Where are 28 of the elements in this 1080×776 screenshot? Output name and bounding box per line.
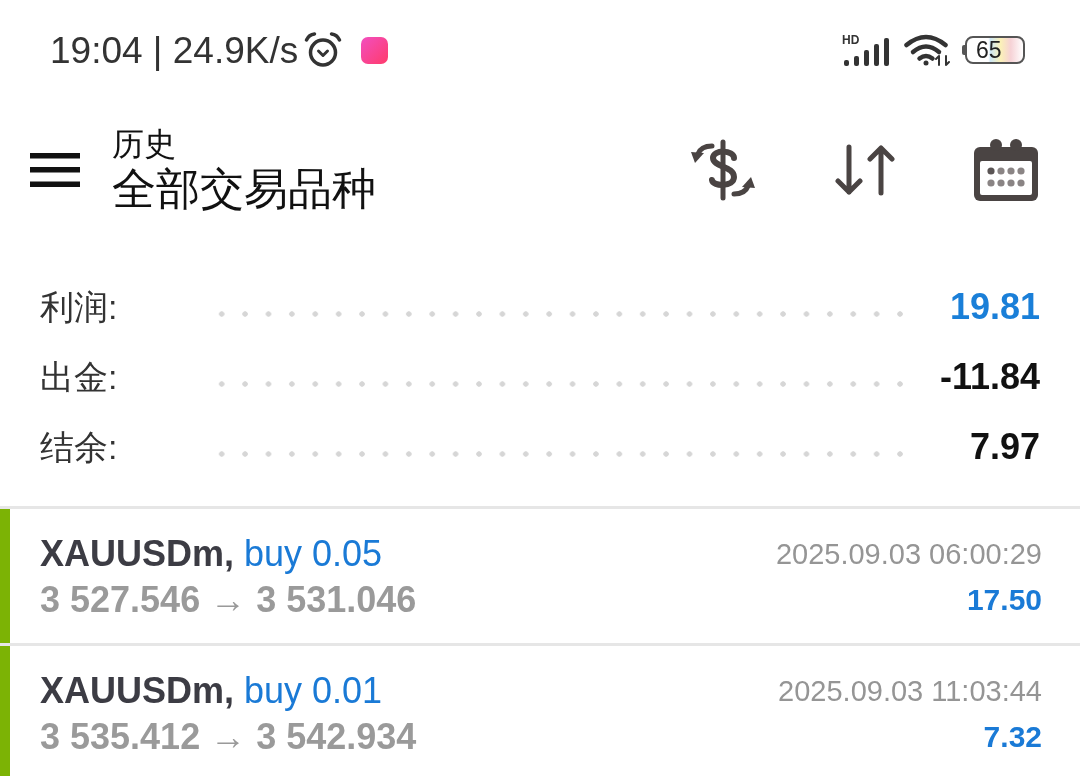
battery-percentage: 65	[976, 38, 1002, 62]
deal-side: buy 0.01	[244, 669, 383, 713]
app-icon	[361, 36, 389, 64]
deal-profit: 7.32	[983, 719, 1042, 755]
page-title: 全部交易品种	[112, 163, 376, 215]
calendar-icon[interactable]	[974, 139, 1038, 201]
status-time-speed: 19:04 | 24.9K/s	[50, 31, 299, 69]
network-type-label: HD	[842, 34, 860, 46]
deal-symbol: XAUUSDm,	[40, 669, 235, 713]
deal-prices: 3 527.546 → 3 531.046	[40, 578, 417, 622]
deal-profit: 17.50	[966, 582, 1042, 618]
summary-value: -11.84	[938, 359, 1040, 395]
summary-label: 结余:	[40, 430, 119, 464]
wifi-icon	[904, 34, 950, 66]
deal-symbol: XAUUSDm,	[40, 532, 235, 576]
deal-prices: 3 535.412 → 3 542.934	[40, 715, 417, 759]
summary-value: 7.97	[968, 429, 1040, 465]
summary-value: 19.81	[948, 289, 1040, 325]
menu-icon[interactable]	[30, 153, 80, 187]
sort-icon[interactable]	[835, 144, 895, 196]
deal-time: 2025.09.03 06:00:29	[775, 537, 1042, 572]
summary-label: 利润:	[40, 290, 119, 324]
deal-time: 2025.09.03 11:03:44	[778, 674, 1042, 709]
currency-exchange-icon[interactable]	[690, 139, 756, 201]
summary-label: 出金:	[40, 360, 119, 394]
page-subtitle: 历史	[112, 125, 177, 163]
deal-side: buy 0.05	[244, 532, 383, 576]
alarm-icon	[304, 32, 343, 68]
